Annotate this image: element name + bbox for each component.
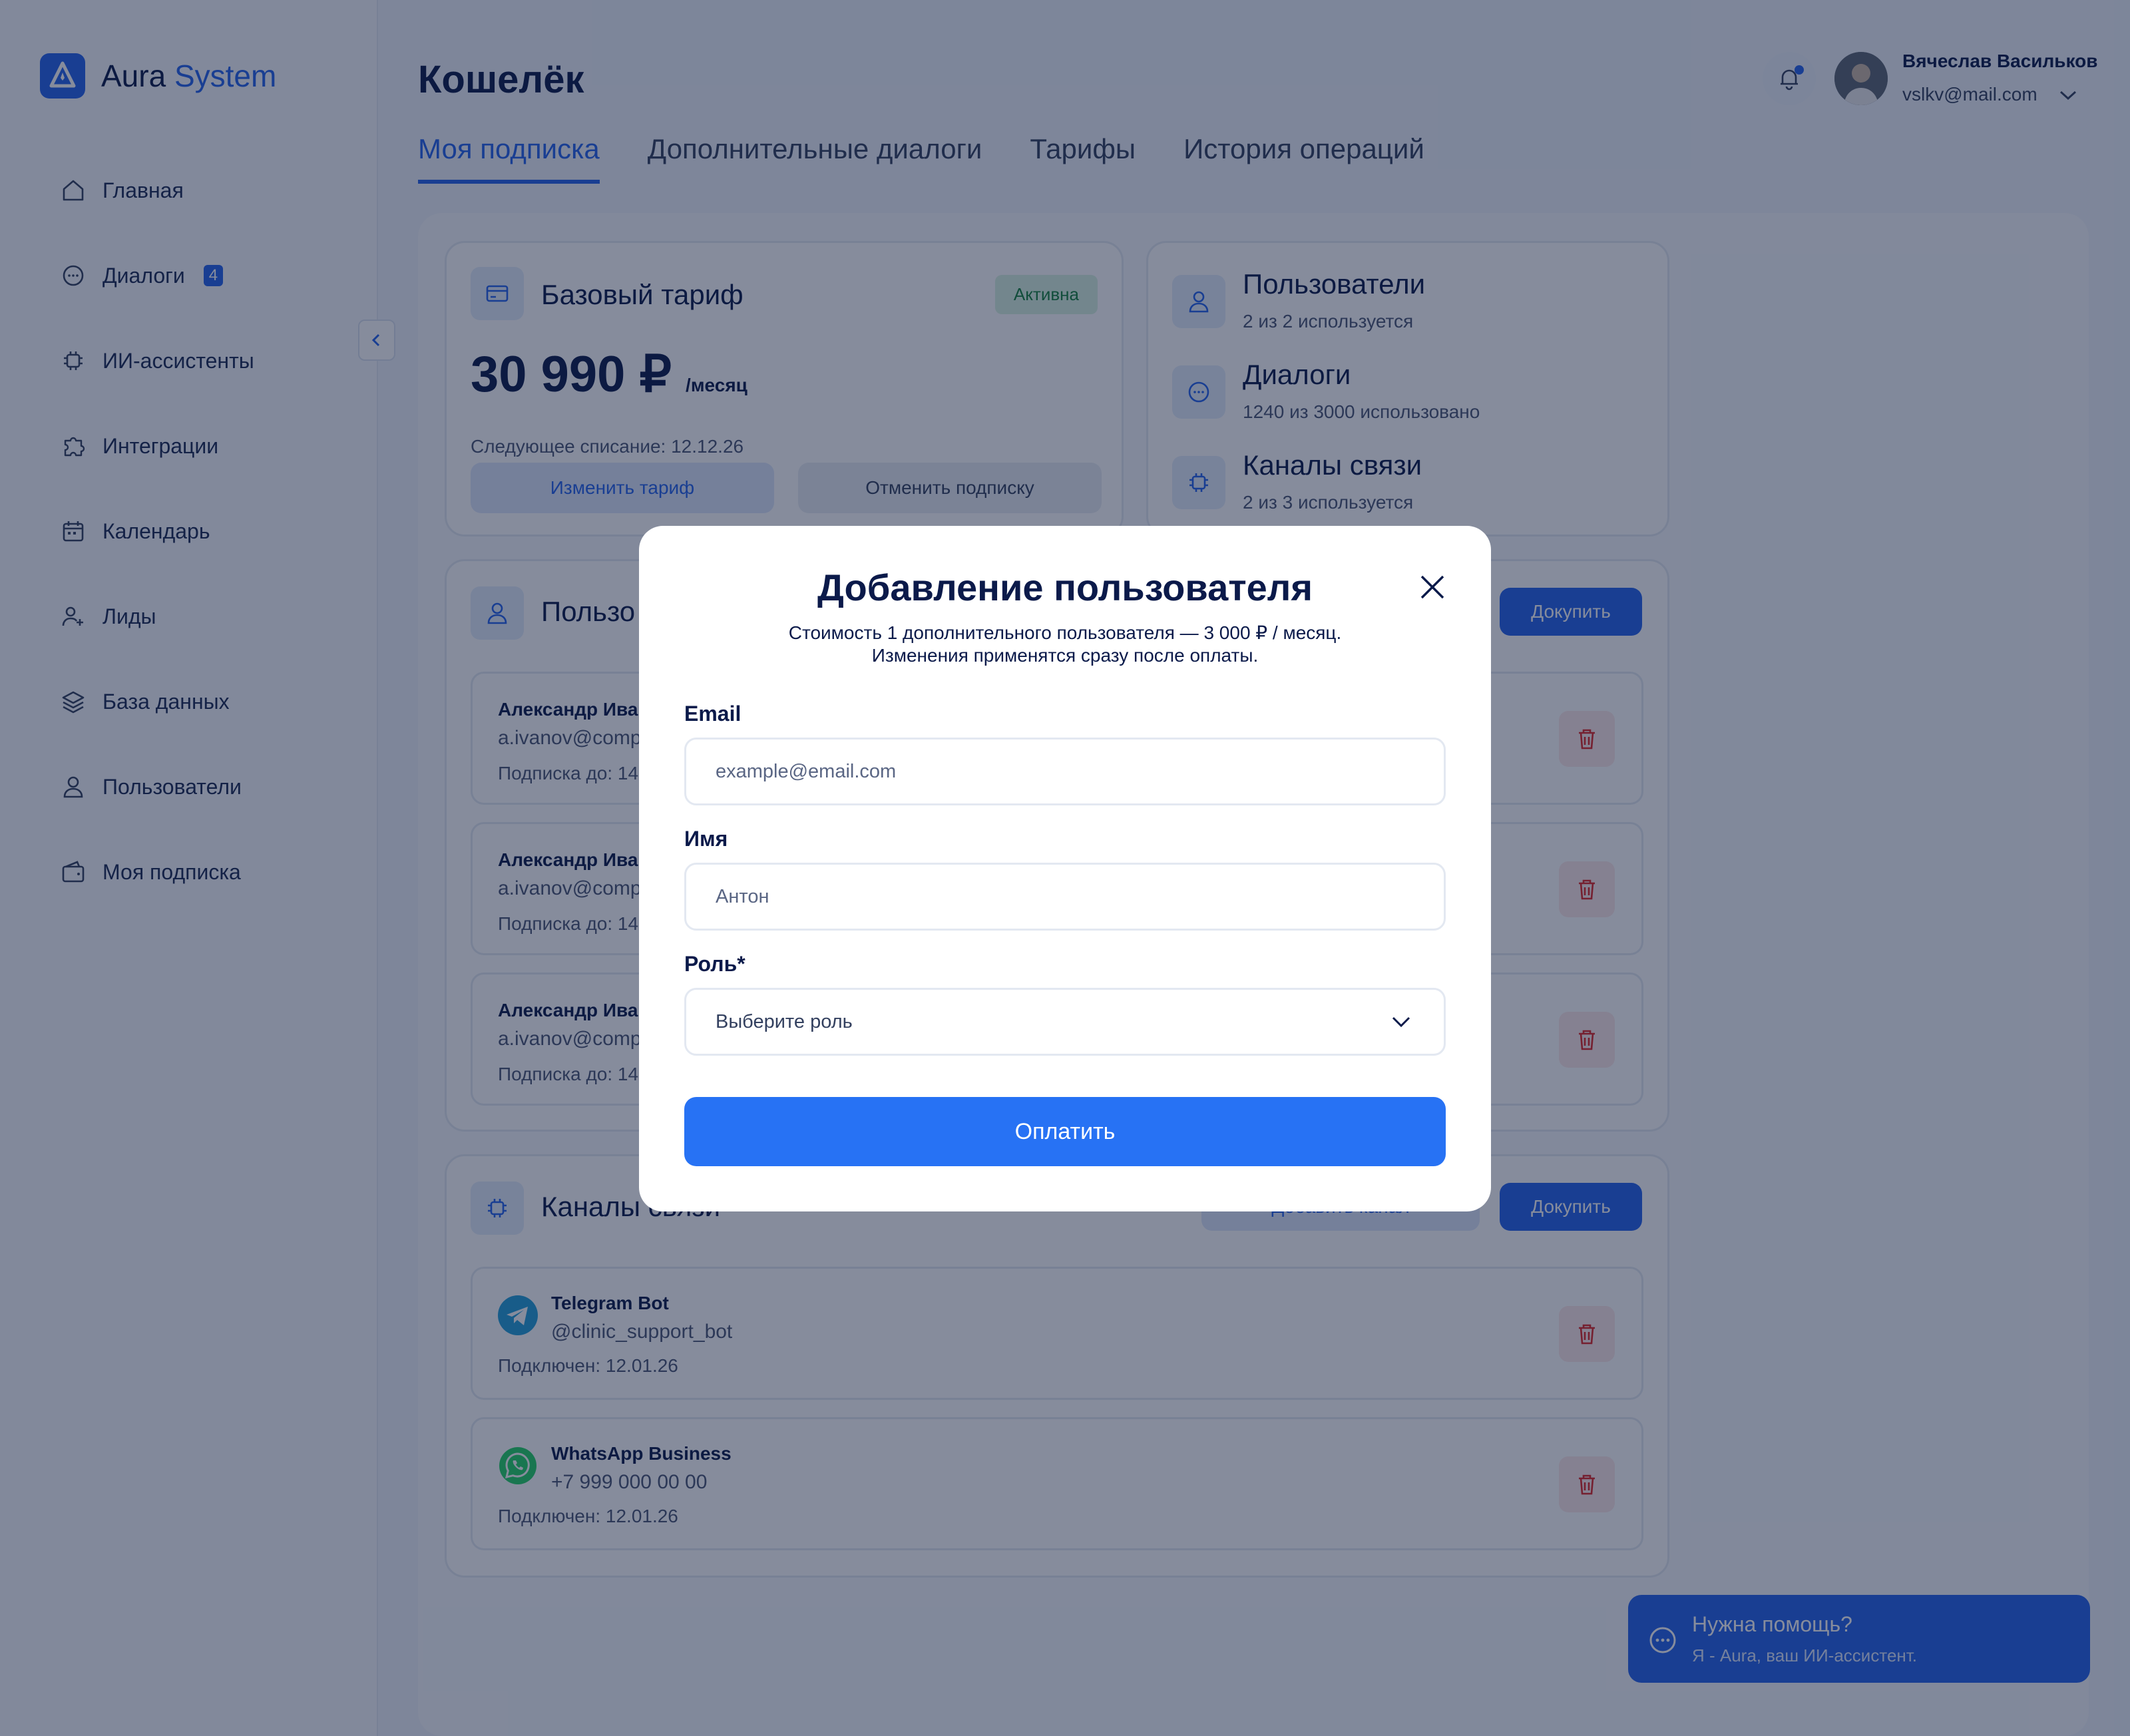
add-user-modal: Добавление пользователя Стоимость 1 допо…: [639, 526, 1491, 1211]
email-field[interactable]: [684, 738, 1446, 805]
chevron-down-icon: [1392, 1016, 1410, 1028]
name-label: Имя: [684, 827, 728, 851]
pay-button[interactable]: Оплатить: [684, 1097, 1446, 1166]
role-select[interactable]: Выберите роль: [684, 988, 1446, 1056]
name-field[interactable]: [684, 863, 1446, 931]
close-modal-button[interactable]: [1411, 566, 1454, 608]
close-icon: [1420, 575, 1444, 599]
modal-subtitle-line2: Изменения применятся сразу после оплаты.: [871, 645, 1259, 666]
modal-title: Добавление пользователя: [817, 566, 1313, 608]
role-label: Роль*: [684, 952, 746, 976]
modal-subtitle-line1: Стоимость 1 дополнительного пользователя…: [788, 622, 1342, 643]
role-select-value: Выберите роль: [716, 1010, 853, 1032]
email-label: Email: [684, 702, 742, 726]
modal-subtitle: Стоимость 1 дополнительного пользователя…: [639, 622, 1491, 667]
